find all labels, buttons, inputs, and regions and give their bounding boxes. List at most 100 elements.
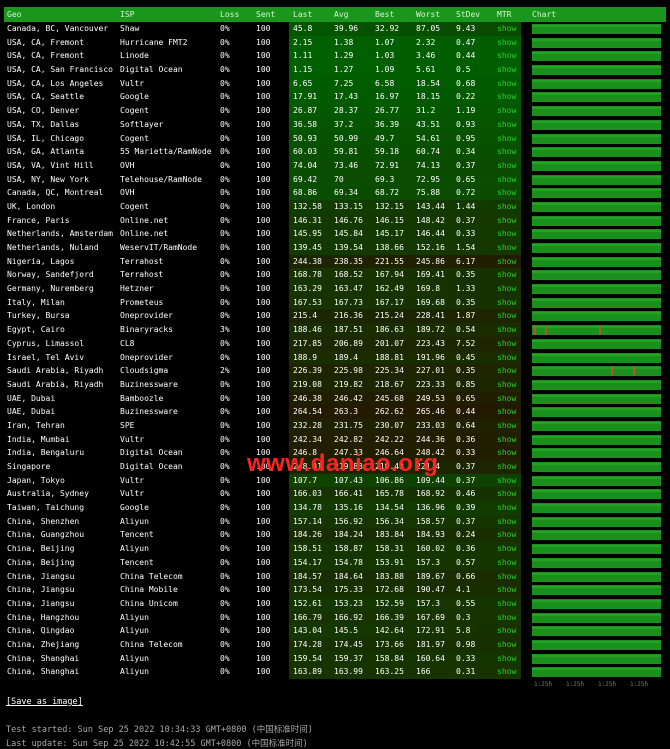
cell-sent: 100 [256, 119, 271, 129]
mtr-show-link[interactable]: show [497, 175, 516, 184]
mtr-show-link[interactable]: show [497, 380, 516, 389]
cell-loss: 0% [220, 188, 230, 198]
mtr-show-link[interactable]: show [497, 161, 516, 170]
table-row: USA, CA, Seattle Google 0% 100 17.91 17.43 16.… [4, 90, 666, 105]
mtr-show-link[interactable]: show [497, 325, 516, 334]
latency-heat-cell [289, 596, 521, 611]
mtr-show-link[interactable]: show [497, 51, 516, 60]
mtr-show-link[interactable]: show [497, 92, 516, 101]
latency-sparkline [532, 215, 661, 226]
cell-avg: 135.16 [334, 503, 363, 513]
mtr-show-link[interactable]: show [497, 366, 516, 375]
mtr-show-link[interactable]: show [497, 229, 516, 238]
mtr-show-link[interactable]: show [497, 572, 516, 581]
mtr-show-link[interactable]: show [497, 558, 516, 567]
mtr-show-link[interactable]: show [497, 243, 516, 252]
cell-geo: Nigeria, Lagos [7, 256, 75, 266]
mtr-show-link[interactable]: show [497, 339, 516, 348]
mtr-show-link[interactable]: show [497, 667, 516, 676]
mtr-show-link[interactable]: show [497, 654, 516, 663]
mtr-show-link[interactable]: show [497, 476, 516, 485]
cell-geo: Germany, Nuremberg [7, 284, 94, 294]
table-row: Singapore Digital Ocean 0% 100 248.81 219.83 2… [4, 460, 666, 474]
latency-sparkline [532, 639, 661, 650]
cell-best: 166.39 [375, 612, 404, 622]
sparkline-area [532, 516, 661, 527]
mtr-show-link[interactable]: show [497, 544, 516, 553]
mtr-show-link[interactable]: show [497, 106, 516, 115]
cell-stdev: 0.33 [456, 448, 476, 458]
cell-loss: 0% [220, 612, 230, 622]
cell-geo: Italy, Milan [7, 297, 65, 307]
sparkline-area [532, 667, 661, 678]
mtr-show-link[interactable]: show [497, 640, 516, 649]
mtr-show-link[interactable]: show [497, 120, 516, 129]
latency-sparkline [532, 325, 661, 336]
cell-last: 232.28 [293, 420, 322, 430]
cell-worst: 157.3 [416, 557, 441, 567]
mtr-show-link[interactable]: show [497, 147, 516, 156]
sparkline-area [532, 503, 661, 514]
mtr-show-link[interactable]: show [497, 517, 516, 526]
cell-geo: USA, IL, Chicago [7, 133, 85, 143]
cell-best: 6.58 [375, 78, 395, 88]
latency-sparkline [532, 147, 661, 158]
mtr-show-link[interactable]: show [497, 188, 516, 197]
save-as-image-link[interactable]: [Save as image] [6, 697, 83, 707]
latency-sparkline [532, 503, 661, 514]
cell-geo: China, Hangzhou [7, 612, 80, 622]
mtr-show-link[interactable]: show [497, 134, 516, 143]
mtr-show-link[interactable]: show [497, 462, 516, 471]
cell-last: 154.17 [293, 557, 322, 567]
mtr-show-link[interactable]: show [497, 626, 516, 635]
cell-last: 219.08 [293, 379, 322, 389]
mtr-show-link[interactable]: show [497, 353, 516, 362]
mtr-show-link[interactable]: show [497, 448, 516, 457]
cell-worst: 172.91 [416, 626, 445, 636]
mtr-show-link[interactable]: show [497, 257, 516, 266]
latency-sparkline [532, 598, 661, 609]
table-row: France, Paris Online.net 0% 100 146.31 146.76… [4, 213, 666, 228]
mtr-show-link[interactable]: show [497, 503, 516, 512]
cell-worst: 54.61 [416, 133, 441, 143]
latency-heat-cell [289, 391, 521, 406]
cell-worst: 189.72 [416, 325, 445, 335]
table-row: China, Beijing Aliyun 0% 100 158.51 158.87 158… [4, 542, 666, 556]
cell-avg: 167.73 [334, 297, 363, 307]
mtr-show-link[interactable]: show [497, 394, 516, 403]
mtr-show-link[interactable]: show [497, 216, 516, 225]
mtr-show-link[interactable]: show [497, 202, 516, 211]
mtr-show-link[interactable]: show [497, 298, 516, 307]
cell-stdev: 1.33 [456, 284, 476, 294]
cell-isp: China Telecom [120, 571, 183, 581]
cell-best: 132.15 [375, 201, 404, 211]
mtr-show-link[interactable]: show [497, 585, 516, 594]
cell-sent: 100 [256, 530, 271, 540]
cell-sent: 100 [256, 489, 271, 499]
cell-stdev: 0.44 [456, 51, 476, 61]
mtr-show-link[interactable]: show [497, 270, 516, 279]
mtr-show-link[interactable]: show [497, 38, 516, 47]
cell-last: 68.86 [293, 188, 318, 198]
mtr-show-link[interactable]: show [497, 613, 516, 622]
mtr-show-link[interactable]: show [497, 284, 516, 293]
mtr-show-link[interactable]: show [497, 407, 516, 416]
cell-loss: 0% [220, 338, 230, 348]
latency-heat-cell [289, 22, 521, 36]
cell-avg: 166.41 [334, 489, 363, 499]
mtr-show-link[interactable]: show [497, 421, 516, 430]
mtr-show-link[interactable]: show [497, 435, 516, 444]
mtr-show-link[interactable]: show [497, 530, 516, 539]
latency-sparkline [532, 270, 661, 281]
mtr-show-link[interactable]: show [497, 65, 516, 74]
cell-sent: 100 [256, 667, 271, 677]
mtr-show-link[interactable]: show [497, 599, 516, 608]
mtr-show-link[interactable]: show [497, 24, 516, 33]
last-update-text: Last update: Sun Sep 25 2022 10:42:55 GM… [6, 739, 308, 749]
mtr-show-link[interactable]: show [497, 311, 516, 320]
cell-last: 158.51 [293, 544, 322, 554]
mtr-show-link[interactable]: show [497, 79, 516, 88]
cell-last: 217.85 [293, 338, 322, 348]
cell-isp: Vultr [120, 475, 145, 485]
mtr-show-link[interactable]: show [497, 489, 516, 498]
